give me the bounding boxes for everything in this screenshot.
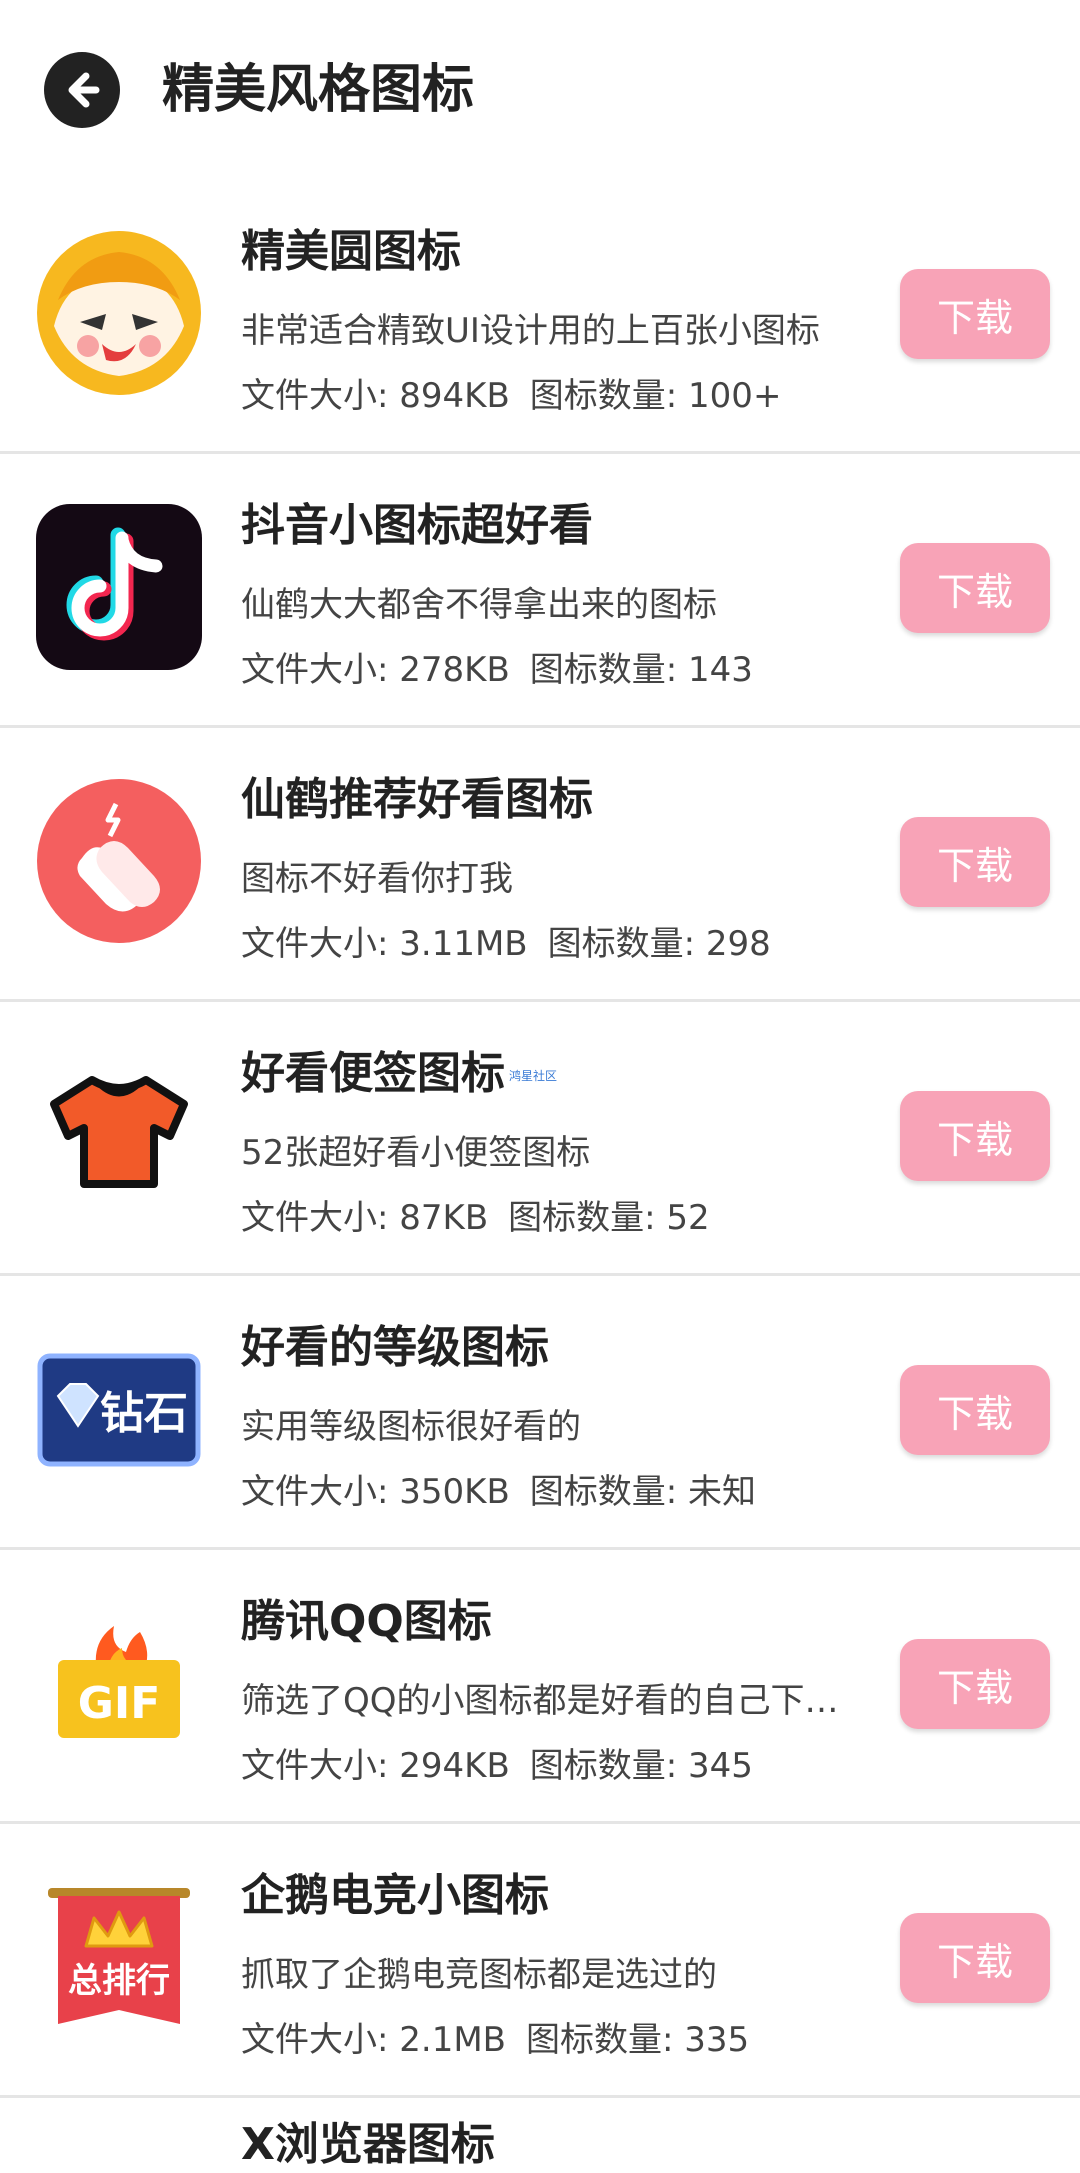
item-title: 好看的等级图标 (241, 1322, 549, 1373)
list-item[interactable]: GIF 腾讯QQ图标 筛选了QQ的小图标都是好看的自己下载吧 文件大小: 294… (0, 1550, 1080, 1824)
item-description: 52张超好看小便签图标 (241, 1133, 591, 1173)
arrow-left-icon (68, 72, 100, 108)
item-title: 好看便签图标 鸿星社区 (241, 1046, 557, 1104)
item-meta: 文件大小: 294KB 图标数量: 345 (241, 1743, 753, 1789)
diamond-badge-icon: 钻石 (36, 1326, 202, 1492)
icon-count: 图标数量: 345 (529, 1746, 753, 1786)
file-size: 文件大小: 294KB (241, 1746, 510, 1786)
file-size: 文件大小: 350KB (241, 1472, 510, 1512)
badge-text: GIF (78, 1678, 161, 1729)
file-size: 文件大小: 278KB (241, 650, 510, 690)
item-meta: 文件大小: 894KB 图标数量: 100+ (241, 373, 781, 419)
item-title: 仙鹤推荐好看图标 (241, 774, 593, 825)
tshirt-icon (36, 1052, 202, 1218)
item-title: 抖音小图标超好看 (241, 500, 593, 551)
icon-count: 图标数量: 52 (508, 1198, 710, 1238)
tiktok-icon (36, 504, 202, 670)
item-meta: 文件大小: 2.1MB 图标数量: 335 (241, 2017, 749, 2063)
icon-count: 图标数量: 143 (529, 650, 753, 690)
icon-pack-list: 精美圆图标 非常适合精致UI设计用的上百张小图标 文件大小: 894KB 图标数量… (0, 180, 1080, 2098)
item-description: 抓取了企鹅电竞图标都是选过的 (241, 1955, 717, 1995)
download-button[interactable]: 下载 (900, 1091, 1050, 1181)
badge-text: 总排行 (68, 1961, 170, 2001)
download-button[interactable]: 下载 (900, 1639, 1050, 1729)
list-item[interactable]: 精美圆图标 非常适合精致UI设计用的上百张小图标 文件大小: 894KB 图标数量… (0, 180, 1080, 454)
item-title: 精美圆图标 (241, 226, 461, 277)
download-button[interactable]: 下载 (900, 269, 1050, 359)
item-meta: 文件大小: 3.11MB 图标数量: 298 (241, 921, 771, 967)
back-button[interactable] (44, 52, 120, 128)
list-item[interactable]: 钻石 好看的等级图标 实用等级图标很好看的 文件大小: 350KB 图标数量: 未… (0, 1276, 1080, 1550)
item-title: 企鹅电竞小图标 (241, 1870, 549, 1921)
file-size: 文件大小: 87KB (241, 1198, 489, 1238)
item-description: 图标不好看你打我 (241, 859, 513, 899)
watermark-text: 鸿星社区 (509, 1069, 558, 1083)
ranking-banner-icon: 总排行 (36, 1874, 202, 2040)
download-button[interactable]: 下载 (900, 817, 1050, 907)
list-item[interactable]: 仙鹤推荐好看图标 图标不好看你打我 文件大小: 3.11MB 图标数量: 298 … (0, 728, 1080, 1002)
item-meta: 文件大小: 278KB 图标数量: 143 (241, 647, 753, 693)
item-description: 实用等级图标很好看的 (241, 1407, 581, 1447)
icon-count: 图标数量: 100+ (529, 376, 782, 416)
list-item[interactable]: 抖音小图标超好看 仙鹤大大都舍不得拿出来的图标 文件大小: 278KB 图标数量:… (0, 454, 1080, 728)
download-button[interactable]: 下载 (900, 1913, 1050, 2003)
item-meta: 文件大小: 350KB 图标数量: 未知 (241, 1469, 756, 1515)
item-meta: 文件大小: 87KB 图标数量: 52 (241, 1195, 710, 1241)
file-size: 文件大小: 3.11MB (241, 924, 528, 964)
download-button[interactable]: 下载 (900, 1365, 1050, 1455)
gif-fire-icon: GIF (36, 1600, 202, 1766)
partial-item-title: X浏览器图标 (241, 2119, 495, 2170)
fox-mascot-icon (36, 230, 202, 396)
download-button[interactable]: 下载 (900, 543, 1050, 633)
file-size: 文件大小: 894KB (241, 376, 510, 416)
item-title: 腾讯QQ图标 (241, 1596, 492, 1647)
header-bar: 精美风格图标 (0, 0, 1080, 180)
icon-count: 图标数量: 335 (526, 2020, 750, 2060)
file-size: 文件大小: 2.1MB (241, 2020, 506, 2060)
list-item[interactable]: 总排行 企鹅电竞小图标 抓取了企鹅电竞图标都是选过的 文件大小: 2.1MB 图标… (0, 1824, 1080, 2098)
clap-hands-icon (36, 778, 202, 944)
icon-count: 图标数量: 298 (547, 924, 771, 964)
page-title: 精美风格图标 (162, 60, 475, 120)
item-title-text: 好看便签图标 (241, 1048, 505, 1099)
badge-text: 钻石 (100, 1388, 188, 1439)
list-item[interactable]: 好看便签图标 鸿星社区 52张超好看小便签图标 文件大小: 87KB 图标数量: 5… (0, 1002, 1080, 1276)
item-description: 非常适合精致UI设计用的上百张小图标 (241, 311, 820, 351)
item-description: 筛选了QQ的小图标都是好看的自己下载吧 (241, 1681, 861, 1721)
icon-count: 图标数量: 未知 (529, 1472, 757, 1512)
item-description: 仙鹤大大都舍不得拿出来的图标 (241, 585, 717, 625)
